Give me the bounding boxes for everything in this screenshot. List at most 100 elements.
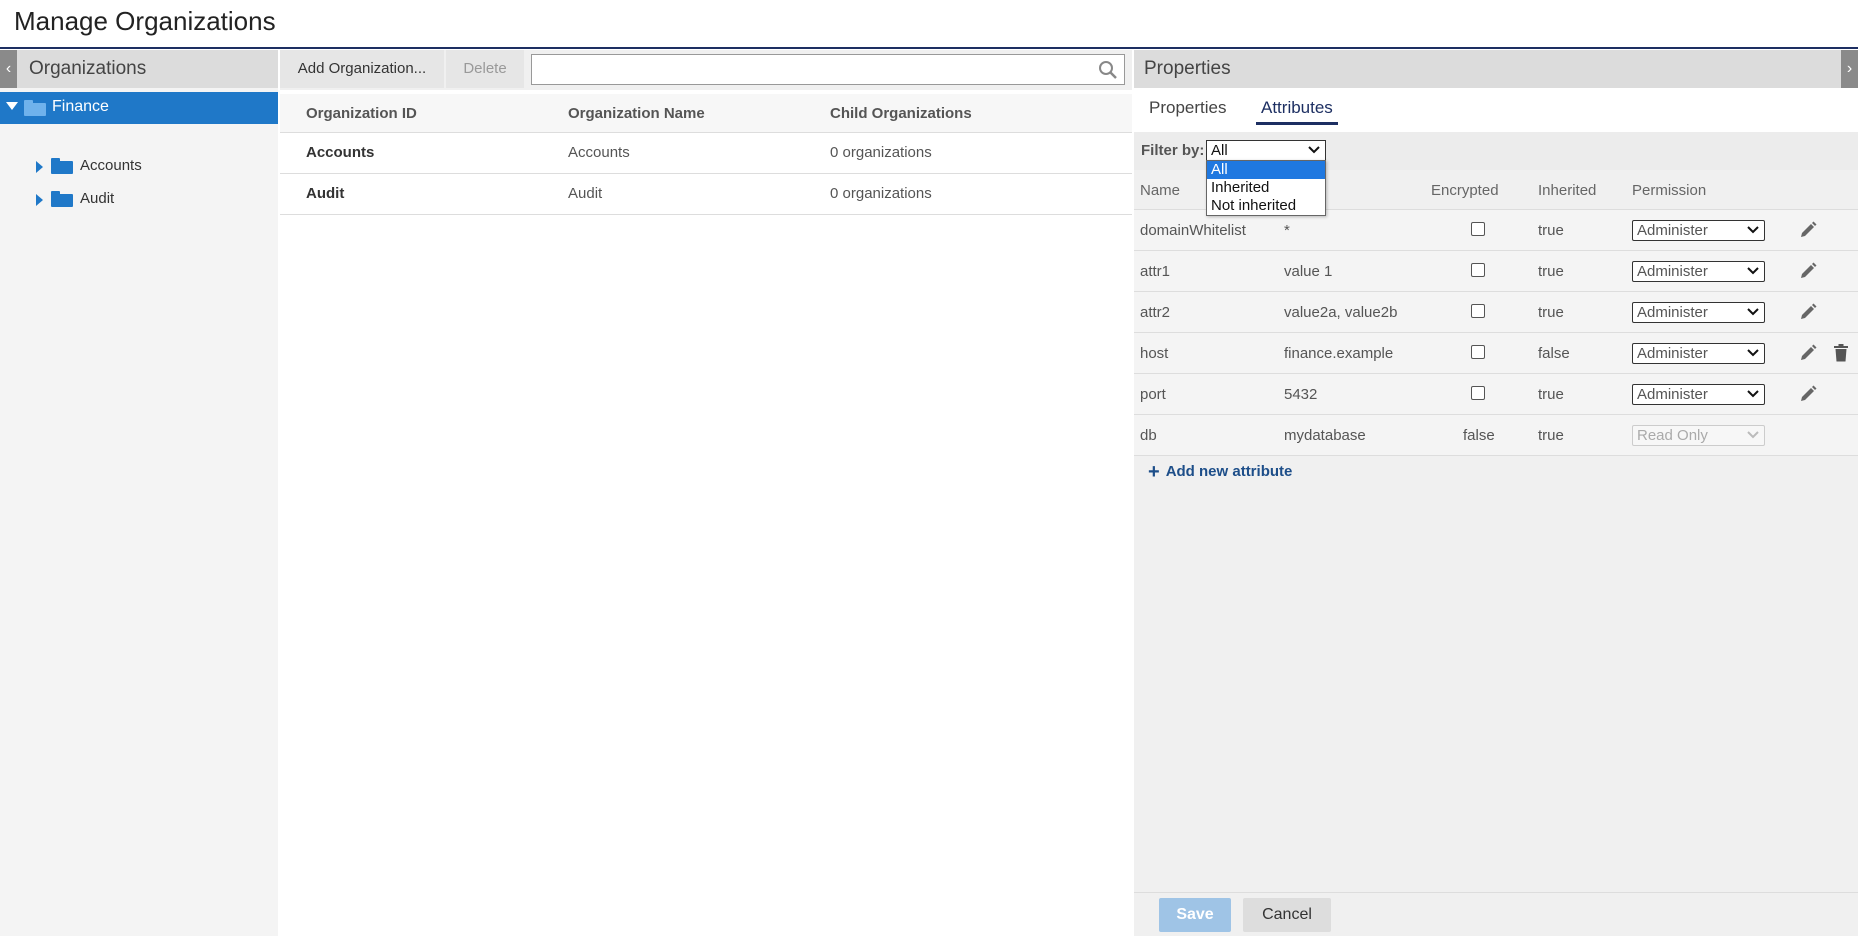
delete-button[interactable]: Delete <box>446 50 524 88</box>
add-new-attribute-label: Add new attribute <box>1165 463 1293 480</box>
attribute-name: attr1 <box>1140 263 1171 280</box>
attribute-value: value 1 <box>1284 263 1333 280</box>
permission-value: Administer <box>1637 386 1708 403</box>
column-header-organization-name[interactable]: Organization Name <box>568 105 705 122</box>
tab-attributes[interactable]: Attributes <box>1256 98 1338 125</box>
permission-select[interactable]: Administer <box>1632 220 1765 241</box>
organization-name-cell: Audit <box>568 185 603 202</box>
cancel-button[interactable]: Cancel <box>1243 898 1331 932</box>
chevron-left-icon: ‹ <box>5 60 12 77</box>
save-button[interactable]: Save <box>1159 898 1231 932</box>
grid-toolbar: Add Organization... Delete <box>280 50 1132 90</box>
encrypted-checkbox[interactable] <box>1471 263 1485 277</box>
chevron-down-icon <box>1747 431 1759 439</box>
permission-select[interactable]: Administer <box>1632 302 1765 323</box>
folder-icon <box>24 100 46 116</box>
table-row: port 5432 true Administer <box>1134 374 1858 415</box>
child-organizations-cell: 0 organizations <box>830 144 932 161</box>
filter-option-all[interactable]: All <box>1207 161 1325 179</box>
filter-label: Filter by: <box>1141 142 1205 159</box>
attribute-name: attr2 <box>1140 304 1171 321</box>
attribute-name: host <box>1140 345 1169 362</box>
permission-select[interactable]: Administer <box>1632 261 1765 282</box>
organizations-panel-header: ‹ Organizations <box>0 50 278 88</box>
column-header-encrypted: Encrypted <box>1431 182 1499 199</box>
tab-properties[interactable]: Properties <box>1149 98 1226 123</box>
organization-name-cell: Accounts <box>568 144 630 161</box>
attribute-name: db <box>1140 427 1157 444</box>
attribute-inherited: false <box>1538 345 1570 362</box>
table-row: host finance.example false Administer <box>1134 333 1858 374</box>
attribute-inherited: true <box>1538 222 1564 239</box>
column-header-permission: Permission <box>1632 182 1707 199</box>
folder-icon <box>51 191 73 207</box>
attribute-inherited: true <box>1538 263 1564 280</box>
column-header-name: Name <box>1140 182 1181 199</box>
pencil-icon[interactable] <box>1799 344 1817 362</box>
child-organizations-cell: 0 organizations <box>830 185 932 202</box>
encrypted-checkbox[interactable] <box>1471 386 1485 400</box>
permission-select[interactable]: Administer <box>1632 343 1765 364</box>
permission-value: Administer <box>1637 304 1708 321</box>
tree-node-finance[interactable]: Finance <box>0 92 278 124</box>
chevron-down-icon <box>1747 390 1759 398</box>
organization-id-cell: Accounts <box>306 144 375 161</box>
pencil-icon[interactable] <box>1799 262 1817 280</box>
attribute-value: 5432 <box>1284 386 1318 403</box>
pencil-icon[interactable] <box>1799 221 1817 239</box>
tree-node-label: Audit <box>80 190 115 207</box>
permission-select[interactable]: Administer <box>1632 384 1765 405</box>
tree-node-accounts[interactable]: Accounts <box>0 152 278 182</box>
tree-node-label: Accounts <box>80 157 142 174</box>
attribute-name: port <box>1140 386 1166 403</box>
chevron-down-icon <box>1747 349 1759 357</box>
table-row: db mydatabase false true Read Only <box>1134 415 1858 456</box>
caret-down-icon[interactable] <box>6 102 18 110</box>
filter-select[interactable]: All <box>1206 140 1326 161</box>
page-title: Manage Organizations <box>14 6 276 36</box>
plus-icon: + <box>1148 461 1160 483</box>
tree-node-audit[interactable]: Audit <box>0 185 278 215</box>
attribute-inherited: true <box>1538 304 1564 321</box>
table-row: attr2 value2a, value2b true Administer <box>1134 292 1858 333</box>
attribute-value: * <box>1284 222 1290 239</box>
chevron-right-icon: › <box>1846 60 1853 77</box>
encrypted-checkbox[interactable] <box>1471 345 1485 359</box>
column-header-organization-id[interactable]: Organization ID <box>306 105 417 122</box>
permission-value: Administer <box>1637 263 1708 280</box>
search-input[interactable] <box>531 54 1125 85</box>
properties-panel-title: Properties <box>1144 58 1231 79</box>
chevron-down-icon <box>1308 146 1320 154</box>
encrypted-checkbox[interactable] <box>1471 304 1485 318</box>
attribute-value: finance.example <box>1284 345 1394 362</box>
properties-tabs: Properties Attributes <box>1134 88 1858 132</box>
collapse-left-panel-button[interactable]: ‹ <box>0 50 17 88</box>
pencil-icon[interactable] <box>1799 385 1817 403</box>
caret-right-icon[interactable] <box>36 194 43 206</box>
attribute-value: value2a, value2b <box>1284 304 1398 321</box>
attribute-name: domainWhitelist <box>1140 222 1246 239</box>
pencil-icon[interactable] <box>1799 303 1817 321</box>
caret-right-icon[interactable] <box>36 161 43 173</box>
add-new-attribute-link[interactable]: + Add new attribute <box>1148 461 1292 484</box>
filter-option-not-inherited[interactable]: Not inherited <box>1207 197 1325 215</box>
table-row[interactable]: Audit Audit 0 organizations <box>280 174 1132 215</box>
properties-footer: Save Cancel <box>1134 892 1858 936</box>
grid-header: Organization ID Organization Name Child … <box>280 94 1132 133</box>
column-header-inherited: Inherited <box>1538 182 1597 199</box>
search-icon[interactable] <box>1098 60 1118 80</box>
column-header-child-organizations[interactable]: Child Organizations <box>830 105 972 122</box>
table-row[interactable]: Accounts Accounts 0 organizations <box>280 133 1132 174</box>
chevron-down-icon <box>1747 226 1759 234</box>
add-organization-button[interactable]: Add Organization... <box>280 50 444 88</box>
encrypted-checkbox[interactable] <box>1471 222 1485 236</box>
permission-select: Read Only <box>1632 425 1765 446</box>
permission-value: Administer <box>1637 222 1708 239</box>
chevron-down-icon <box>1747 267 1759 275</box>
filter-option-inherited[interactable]: Inherited <box>1207 179 1325 197</box>
organizations-panel-title: Organizations <box>29 58 147 79</box>
collapse-right-panel-button[interactable]: › <box>1841 50 1858 88</box>
trash-icon[interactable] <box>1833 344 1849 362</box>
organization-id-cell: Audit <box>306 185 345 202</box>
properties-panel-header: Properties › <box>1134 50 1858 88</box>
